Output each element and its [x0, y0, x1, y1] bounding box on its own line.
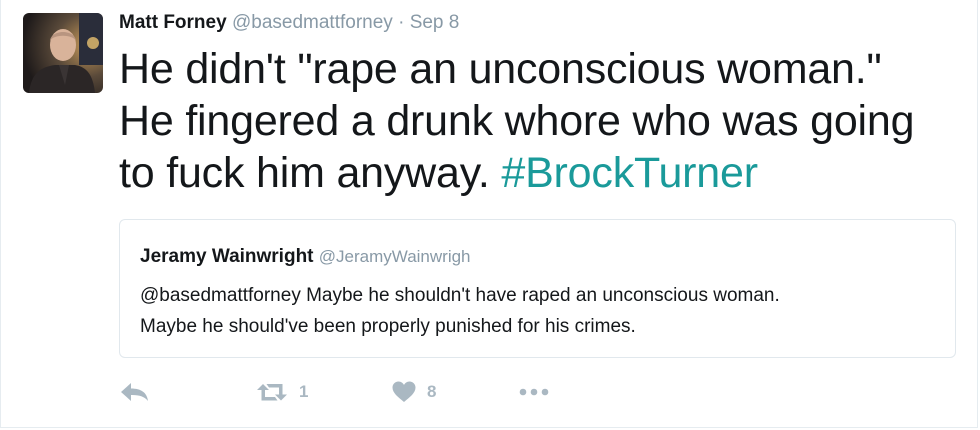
tweet-card[interactable]: Matt Forney @basedmattforney · Sep 8 He … [0, 0, 978, 428]
tweet-text-line: to fuck him anyway. #BrockTurner [119, 147, 959, 199]
tweet-text-line: He didn't "rape an unconscious woman." [119, 45, 882, 93]
quoted-tweet[interactable]: Jeramy Wainwright @JeramyWainwrigh @base… [119, 219, 956, 358]
quoted-text-line: @basedmattforney Maybe he shouldn't have… [140, 285, 780, 306]
quoted-text-line: Maybe he should've been properly punishe… [140, 316, 636, 337]
quoted-author-handle: @JeramyWainwrigh [318, 247, 471, 266]
reply-button[interactable] [119, 375, 151, 409]
retweet-count: 1 [299, 382, 309, 401]
quoted-tweet-text: @basedmattforney Maybe he shouldn't have… [140, 280, 940, 342]
author-avatar[interactable] [23, 13, 103, 93]
tweet-date[interactable]: Sep 8 [410, 12, 460, 33]
quoted-author-name: Jeramy Wainwright [140, 246, 314, 267]
reply-icon [119, 380, 151, 404]
quoted-tweet-header: Jeramy Wainwright @JeramyWainwrigh [140, 245, 471, 269]
more-icon [517, 380, 551, 404]
hashtag-link[interactable]: #BrockTurner [501, 149, 758, 197]
tweet-header: Matt Forney @basedmattforney · Sep 8 [119, 10, 459, 36]
tweet-actions: 1 8 [119, 375, 619, 409]
retweet-icon [255, 380, 289, 404]
more-button[interactable] [517, 375, 551, 409]
heart-icon [391, 380, 417, 404]
tweet-text: He didn't "rape an unconscious woman." H… [119, 43, 959, 199]
like-count: 8 [427, 382, 437, 401]
author-name[interactable]: Matt Forney [119, 12, 227, 33]
tweet-text-line: He fingered a drunk whore who was going [119, 97, 915, 145]
retweet-button[interactable]: 1 [255, 375, 308, 409]
separator-dot: · [398, 12, 405, 33]
like-button[interactable]: 8 [391, 375, 436, 409]
tweet-text-fragment: to fuck him anyway. [119, 149, 502, 197]
author-handle[interactable]: @basedmattforney [232, 12, 393, 33]
